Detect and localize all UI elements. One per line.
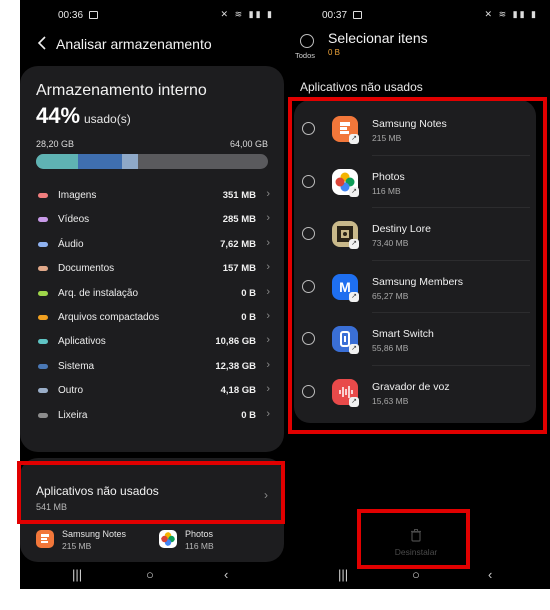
category-name: Arquivos compactados bbox=[58, 311, 160, 323]
category-color-dot bbox=[38, 217, 48, 223]
category-size: 7,62 MB bbox=[220, 238, 256, 250]
category-row[interactable]: Outro 4,18 GB › bbox=[36, 379, 270, 403]
category-size: 0 B bbox=[241, 311, 256, 323]
category-row[interactable]: Arquivos compactados 0 B › bbox=[36, 306, 270, 330]
category-size: 157 MB bbox=[222, 263, 256, 275]
category-row[interactable]: Sistema 12,38 GB › bbox=[36, 355, 270, 379]
system-status-icons: ✕ ≋ ▮▮ ▮ bbox=[484, 9, 538, 19]
category-color-dot bbox=[38, 412, 48, 418]
category-name: Aplicativos bbox=[58, 336, 106, 348]
status-time: 00:37 bbox=[322, 10, 348, 21]
category-row[interactable]: Lixeira 0 B › bbox=[36, 404, 270, 428]
system-status-icons: ✕ ≋ ▮▮ ▮ bbox=[220, 9, 274, 19]
app-size: 116 MB bbox=[185, 541, 214, 551]
status-bar: 00:36 ✕ ≋ ▮▮ ▮ bbox=[20, 8, 286, 24]
chevron-right-icon: › bbox=[266, 309, 270, 322]
selected-size: 0 B bbox=[328, 48, 341, 57]
select-all-label: Todos bbox=[295, 51, 316, 60]
page-title: Analisar armazenamento bbox=[56, 36, 212, 52]
select-all-checkbox[interactable] bbox=[300, 34, 314, 48]
highlight-unused-apps bbox=[17, 461, 285, 524]
category-color-dot bbox=[38, 388, 48, 394]
category-name: Imagens bbox=[58, 190, 97, 201]
app-name: Photos bbox=[185, 529, 214, 539]
category-color-dot bbox=[38, 241, 48, 247]
category-color-dot bbox=[38, 339, 48, 345]
category-size: 10,86 GB bbox=[215, 336, 256, 348]
status-time: 00:36 bbox=[58, 10, 84, 21]
storage-bar-segment bbox=[36, 154, 78, 169]
category-size: 4,18 GB bbox=[220, 385, 256, 397]
total-size: 64,00 GB bbox=[229, 139, 268, 149]
storage-usage-bar bbox=[36, 154, 268, 169]
category-name: Documentos bbox=[58, 263, 115, 275]
category-list: Imagens 351 MB › Vídeos 285 MB › Áudio 7,62 MB ›… bbox=[36, 184, 270, 428]
chevron-right-icon: › bbox=[266, 188, 270, 200]
chevron-right-icon: › bbox=[266, 358, 270, 371]
image-notification-icon bbox=[353, 11, 362, 19]
storage-percent-label: usado(s) bbox=[84, 112, 131, 126]
page-title: Selecionar itens bbox=[328, 30, 428, 46]
chevron-right-icon: › bbox=[266, 236, 270, 249]
category-name: Arq. de instalação bbox=[58, 287, 139, 299]
category-row[interactable]: Aplicativos 10,86 GB › bbox=[36, 330, 270, 354]
category-row[interactable]: Documentos 157 MB › bbox=[36, 257, 270, 281]
storage-percent: 44% bbox=[36, 103, 81, 128]
category-name: Lixeira bbox=[58, 409, 88, 421]
category-name: Sistema bbox=[58, 360, 95, 372]
app-size: 215 MB bbox=[62, 541, 92, 551]
chevron-right-icon: › bbox=[266, 383, 270, 396]
category-size: 0 B bbox=[241, 409, 256, 421]
category-size: 12,38 GB bbox=[215, 360, 256, 372]
category-size: 351 MB bbox=[222, 190, 256, 201]
used-size: 28,20 GB bbox=[36, 139, 75, 149]
chevron-right-icon: › bbox=[266, 407, 270, 420]
storage-bar-segment bbox=[77, 154, 122, 169]
home-button[interactable]: ○ bbox=[146, 567, 154, 582]
category-row[interactable]: Imagens 351 MB › bbox=[36, 184, 270, 208]
internal-storage-card: Armazenamento interno 44% usado(s) 28,20… bbox=[20, 66, 284, 452]
app-name: Samsung Notes bbox=[62, 529, 127, 539]
image-notification-icon bbox=[89, 11, 98, 19]
recent-apps-button[interactable]: ||| bbox=[72, 567, 82, 582]
category-color-dot bbox=[38, 266, 48, 272]
category-size: 0 B bbox=[241, 287, 256, 299]
category-row[interactable]: Vídeos 285 MB › bbox=[36, 208, 270, 232]
category-row[interactable]: Arq. de instalação 0 B › bbox=[36, 282, 270, 306]
category-color-dot bbox=[38, 363, 48, 369]
chevron-right-icon: › bbox=[266, 212, 270, 225]
category-name: Vídeos bbox=[58, 214, 90, 226]
section-title: Aplicativos não usados bbox=[300, 80, 423, 94]
back-button[interactable]: ‹ bbox=[224, 567, 228, 582]
storage-bar-segment bbox=[121, 154, 139, 169]
back-arrow-icon[interactable] bbox=[34, 34, 52, 52]
recent-apps-button[interactable]: ||| bbox=[338, 567, 348, 582]
category-size: 285 MB bbox=[222, 214, 256, 226]
highlight-app-list bbox=[288, 97, 547, 434]
category-color-dot bbox=[38, 314, 48, 320]
storage-title: Armazenamento interno bbox=[36, 82, 207, 99]
category-row[interactable]: Áudio 7,62 MB › bbox=[36, 233, 270, 257]
samsung-notes-icon bbox=[36, 530, 54, 548]
back-button[interactable]: ‹ bbox=[488, 567, 492, 582]
chevron-right-icon: › bbox=[266, 285, 270, 298]
category-color-dot bbox=[38, 193, 48, 198]
chevron-right-icon: › bbox=[266, 334, 270, 347]
google-photos-icon bbox=[159, 530, 177, 548]
category-name: Outro bbox=[58, 385, 84, 397]
category-color-dot bbox=[38, 290, 48, 296]
home-button[interactable]: ○ bbox=[412, 567, 420, 582]
navigation-bar: ||| ○ ‹ bbox=[20, 561, 286, 589]
category-name: Áudio bbox=[58, 238, 84, 250]
status-bar: 00:37 ✕ ≋ ▮▮ ▮ bbox=[284, 8, 550, 24]
highlight-uninstall bbox=[357, 509, 470, 569]
chevron-right-icon: › bbox=[266, 261, 270, 274]
